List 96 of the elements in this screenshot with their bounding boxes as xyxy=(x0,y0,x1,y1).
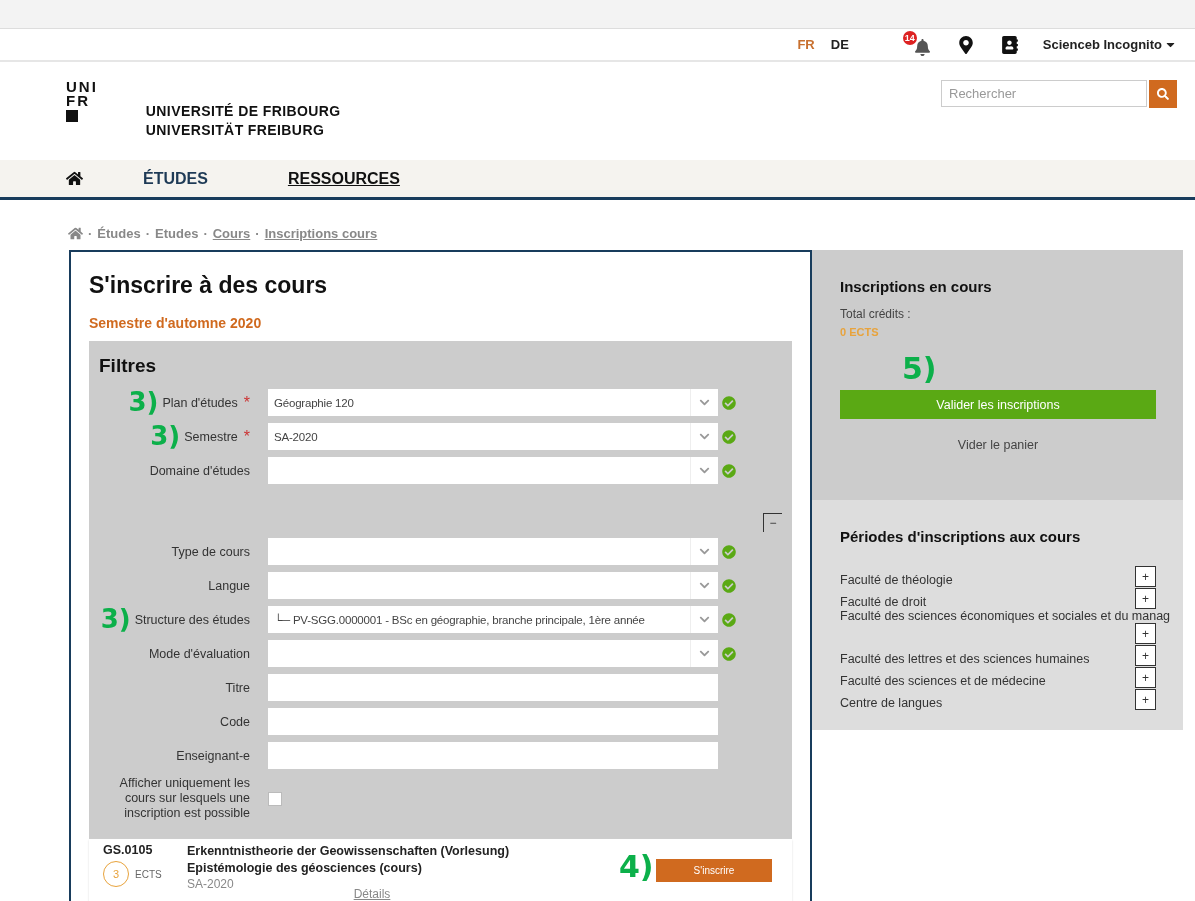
select-field[interactable] xyxy=(268,640,718,667)
check-icon xyxy=(722,395,736,410)
checkbox-label: Afficher uniquement les cours sur lesquels une inscription est possible xyxy=(118,776,251,821)
checkbox[interactable] xyxy=(268,791,282,806)
select-field[interactable]: SA-2020 xyxy=(268,423,718,450)
field-label: Enseignant-e xyxy=(176,748,250,763)
language-link[interactable]: FR xyxy=(797,37,815,52)
user-menu[interactable]: Scienceb Incognito xyxy=(1042,37,1177,52)
input-field[interactable] xyxy=(268,674,718,701)
empty-cart-link[interactable]: Vider le panier xyxy=(957,438,1039,452)
field-label: Langue xyxy=(208,578,250,593)
chevron-icon xyxy=(699,580,710,591)
separator-dot: · xyxy=(203,225,208,241)
notification-badge: 14 xyxy=(902,30,917,45)
map-pin-icon[interactable] xyxy=(956,35,975,54)
input-field[interactable] xyxy=(268,742,718,769)
annotation-number: 3) xyxy=(150,423,181,450)
separator-dot: · xyxy=(88,225,93,241)
expand-button[interactable]: + xyxy=(1135,623,1156,644)
notification-button[interactable]: 14 xyxy=(904,33,931,56)
nav-link[interactable]: ÉTUDES xyxy=(143,169,208,188)
course-title: Epistémologie des géosciences (cours) xyxy=(187,860,423,877)
select-field[interactable]: └─ PV-SGG.0000001 - BSc en géographie, branche principale, 1ère année xyxy=(268,606,718,633)
nav-link[interactable]: RESSOURCES xyxy=(287,169,400,188)
university-name: UNIVERSITÉ DE FRIBOURG xyxy=(145,102,341,121)
chevron-icon xyxy=(699,431,710,442)
address-book-icon[interactable] xyxy=(1000,35,1019,54)
required-mark: * xyxy=(243,427,250,446)
expand-button[interactable]: + xyxy=(1135,667,1156,688)
annotation-number: 3) xyxy=(128,389,159,416)
university-name: UNIVERSITÄT FREIBURG xyxy=(145,121,326,140)
input-field[interactable] xyxy=(268,708,718,735)
separator-dot: · xyxy=(145,225,151,241)
expand-button[interactable]: + xyxy=(1135,566,1156,587)
check-icon xyxy=(722,429,736,444)
expand-button[interactable]: + xyxy=(1135,645,1156,666)
field-label: Domaine d'études xyxy=(149,463,250,478)
field-label: Plan d'études xyxy=(162,395,238,410)
breadcrumb-link[interactable]: Etudes xyxy=(155,225,199,241)
chevron-icon xyxy=(699,648,710,659)
select-field[interactable] xyxy=(268,457,718,484)
periods-title: Périodes d'inscriptions aux cours xyxy=(840,528,1082,545)
breadcrumb-link[interactable]: Cours xyxy=(212,225,251,241)
field-label: Mode d'évaluation xyxy=(148,646,250,661)
expand-button[interactable]: + xyxy=(1135,689,1156,710)
filter-title: Filtres xyxy=(99,355,158,377)
credits-unit: ECTS xyxy=(135,868,162,880)
check-icon xyxy=(722,463,736,478)
select-field[interactable] xyxy=(268,538,718,565)
faculty-name: Faculté de droit xyxy=(840,595,927,609)
search-field[interactable]: Rechercher xyxy=(941,80,1147,107)
faculty-name: Faculté des sciences et de médecine xyxy=(840,674,1046,688)
field-label: Structure des études xyxy=(134,612,250,627)
faculty-name: Faculté des sciences économiques et sociales et du manag xyxy=(840,609,1171,623)
select-field[interactable]: Géographie 120 xyxy=(268,389,718,416)
semester-title: Semestre d'automne 2020 xyxy=(89,315,263,331)
check-icon xyxy=(722,544,736,559)
expand-button[interactable]: + xyxy=(1135,588,1156,609)
check-icon xyxy=(722,612,736,627)
address-bar[interactable] xyxy=(0,0,1195,29)
cart-title: Inscriptions en cours xyxy=(840,278,993,295)
register-button[interactable]: S'inscrire xyxy=(656,859,772,882)
field-label: Code xyxy=(220,714,250,729)
annotation-number: 5) xyxy=(902,353,937,385)
annotation-number: 4) xyxy=(619,851,654,883)
faculty-name: Centre de langues xyxy=(840,696,943,710)
breadcrumb-link[interactable]: Inscriptions cours xyxy=(264,225,378,241)
credits-label: Total crédits : xyxy=(840,307,912,321)
separator-dot: · xyxy=(255,225,260,241)
collapse-button[interactable]: − xyxy=(763,513,782,532)
language-link[interactable]: DE xyxy=(830,37,849,52)
course-code: GS.0105 xyxy=(103,843,154,857)
university-logo: UNI FR xyxy=(66,80,98,122)
field-label: Semestre xyxy=(184,429,238,444)
course-title: Erkenntnistheorie der Geowissenschaften (Vorlesung) xyxy=(187,843,511,860)
page-title: S'inscrire à des cours xyxy=(89,272,329,299)
check-icon xyxy=(722,646,736,661)
home-icon[interactable] xyxy=(66,170,83,187)
check-icon xyxy=(722,578,736,593)
breadcrumb-link[interactable]: Études xyxy=(97,225,141,241)
details-link[interactable]: Détails xyxy=(353,887,391,901)
chevron-icon xyxy=(699,614,710,625)
annotation-number: 3) xyxy=(100,606,131,633)
credits-value: 0 ECTS xyxy=(840,326,880,338)
chevron-icon xyxy=(699,465,710,476)
search-icon xyxy=(1157,88,1169,100)
chevron-icon xyxy=(699,546,710,557)
chevron-icon xyxy=(699,397,710,408)
faculty-name: Faculté des lettres et des sciences humaines xyxy=(840,652,1090,666)
search-button[interactable] xyxy=(1149,80,1177,108)
field-label: Type de cours xyxy=(171,544,250,559)
course-semester: SA-2020 xyxy=(187,877,235,891)
select-field[interactable] xyxy=(268,572,718,599)
required-mark: * xyxy=(243,393,250,412)
field-label: Titre xyxy=(225,680,250,695)
faculty-name: Faculté de théologie xyxy=(840,573,953,587)
